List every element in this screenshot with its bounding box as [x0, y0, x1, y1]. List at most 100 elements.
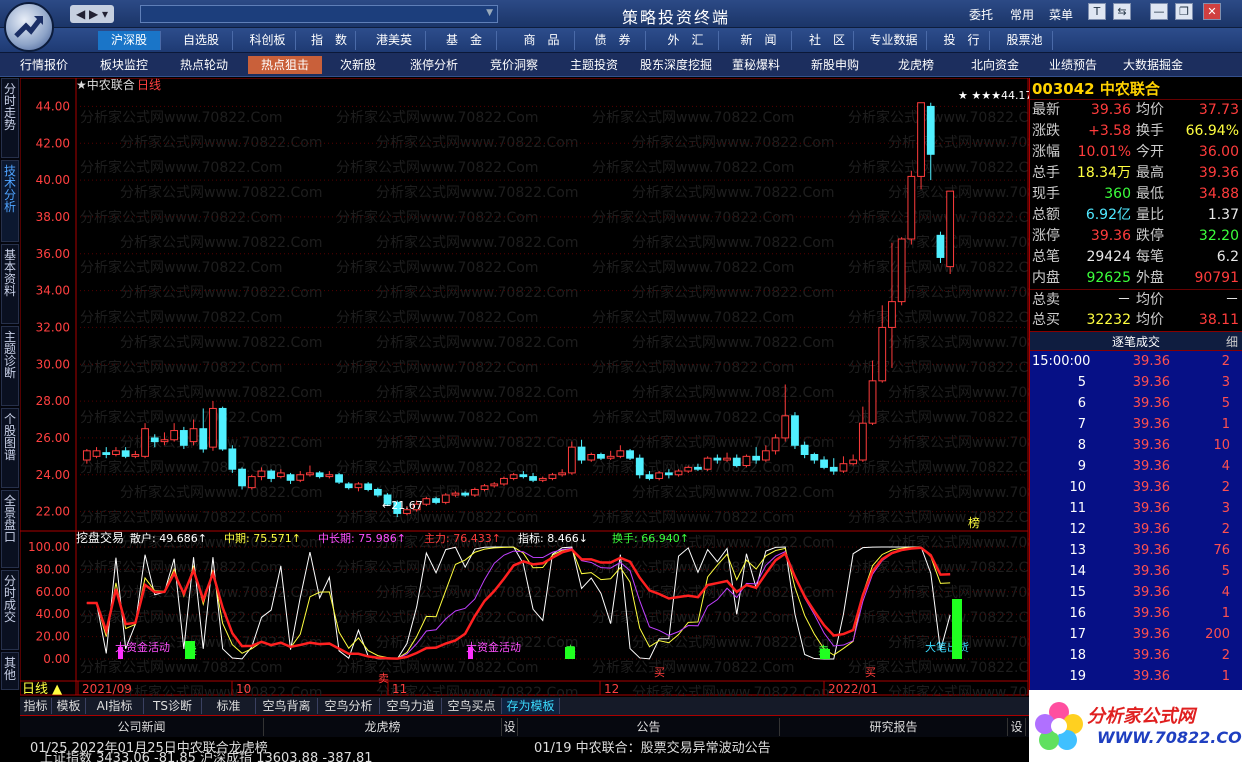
tick-price: 39.36	[1132, 480, 1170, 495]
main-menu-item-10[interactable]: 社 区	[801, 31, 854, 50]
left-tab-5[interactable]: 全景盘口	[1, 490, 19, 568]
candle-body	[335, 474, 343, 483]
watermark-text: 分析家公式网www.70822.Com	[592, 109, 794, 126]
main-menu-item-6[interactable]: 商 品	[509, 31, 575, 50]
left-tab-6[interactable]: 分时成交	[1, 570, 19, 650]
left-tab-2[interactable]: 基本资料	[1, 244, 19, 324]
toolbar-t-button[interactable]: T	[1088, 3, 1106, 20]
sub-menu-item-3[interactable]: 热点狙击	[248, 56, 322, 74]
quote-label: 量比	[1136, 207, 1164, 223]
news-tab-5[interactable]: 设	[1008, 718, 1026, 736]
indicator-tab-2[interactable]: AI指标	[86, 698, 144, 714]
candle-body	[325, 474, 334, 478]
news-tab-3[interactable]: 公告	[518, 718, 780, 736]
main-menu-item-1[interactable]: 自选股	[170, 31, 233, 50]
quote-row-4: 现手 360 最低 34.88	[1030, 184, 1242, 205]
indicator-tab-5[interactable]: 空鸟背离	[256, 698, 318, 714]
candle-body	[490, 483, 499, 487]
tick-price: 39.36	[1132, 375, 1170, 390]
indicator-tab-1[interactable]: 模板	[52, 698, 86, 714]
sub-menu-item-1[interactable]: 板块监控	[88, 56, 160, 74]
indicator-tab-6[interactable]: 空鸟分析	[318, 698, 380, 714]
indicator-tab-8[interactable]: 空鸟买点	[442, 698, 502, 714]
ticks-header: 逐笔成交 细	[1030, 331, 1242, 351]
sub-menu-item-6[interactable]: 竞价洞察	[478, 56, 550, 74]
main-menu-item-9[interactable]: 新 闻	[726, 31, 792, 50]
watermark-text: 分析家公式网www.70822.Com	[848, 359, 1029, 376]
candle-body	[538, 477, 547, 481]
candle-body	[276, 472, 285, 478]
quote-value: +3.58	[1088, 123, 1131, 139]
nav-back-forward[interactable]: ◀ ▶ ▾	[70, 5, 114, 23]
main-menu-item-12[interactable]: 投 行	[934, 31, 990, 50]
sub-menu-item-10[interactable]: 新股申购	[798, 56, 872, 74]
news-tab-4[interactable]: 研究报告	[780, 718, 1008, 736]
kline-chart-area[interactable]: 分析家公式网www.70822.Com 分析家公式网www.70822.Com 分析…	[19, 77, 1090, 701]
indicator-tab-7[interactable]: 空鸟力道	[380, 698, 442, 714]
switch-icon[interactable]: ⇆	[1113, 3, 1131, 20]
candle-body	[742, 455, 751, 467]
watermark-text: 分析家公式网www.70822.Com	[80, 659, 282, 676]
main-menu-item-2[interactable]: 科创板	[240, 31, 296, 50]
sub-menu-item-9[interactable]: 董秘爆料	[722, 56, 790, 74]
candle-body	[470, 488, 479, 496]
left-tab-0[interactable]: 分时走势	[1, 78, 19, 158]
news-tab-2[interactable]: 设	[502, 718, 518, 736]
sub-menu-item-11[interactable]: 龙虎榜	[880, 56, 952, 74]
news-row-1[interactable]: 01/19 中农联合：股票交易异常波动公告	[534, 737, 771, 756]
indicator-tab-0[interactable]: 指标	[20, 698, 52, 714]
ticks-list[interactable]: 15:00:00 39.36 2 5 39.36 3 6 39.36 5 7 39.36 1 8 39.3…	[1030, 351, 1242, 696]
indicator-tab-9[interactable]: 存为模板	[502, 698, 560, 714]
left-tab-1[interactable]: 技术分析	[1, 160, 19, 242]
indicator-tab-4[interactable]: 标准	[202, 698, 256, 714]
sub-menu-item-13[interactable]: 业绩预告	[1040, 56, 1106, 74]
left-tab-3[interactable]: 主题诊断	[1, 326, 19, 406]
news-row-2[interactable]: 上证指数 3433.06 -81.85 沪深成指 13603.88 -387.8…	[40, 747, 373, 762]
candle-body	[839, 463, 848, 472]
quote-value: 18.34万	[1076, 165, 1131, 181]
sub-menu-item-5[interactable]: 涨停分析	[398, 56, 470, 74]
main-menu-item-11[interactable]: 专业数据	[861, 31, 927, 50]
minimize-button[interactable]: —	[1150, 3, 1168, 20]
sub-menu-item-0[interactable]: 行情报价	[8, 56, 80, 74]
quote-value: －	[1225, 292, 1239, 308]
close-button[interactable]: ✕	[1203, 3, 1221, 20]
sub-menu-item-14[interactable]: 大数据掘金	[1112, 56, 1194, 74]
kline-svg[interactable]: 分析家公式网www.70822.Com 分析家公式网www.70822.Com 分析…	[19, 77, 1090, 701]
candle-body	[917, 102, 925, 177]
link-changyong[interactable]: 常用	[1010, 6, 1034, 23]
indicator-tab-3[interactable]: TS诊断	[144, 698, 202, 714]
stock-name: 中农联合	[1099, 80, 1160, 98]
news-tab-0[interactable]: 公司新闻	[20, 718, 264, 736]
quote-value: 10.01%	[1077, 144, 1131, 160]
sub-menu-item-8[interactable]: 股东深度挖掘	[636, 56, 716, 74]
left-tab-7[interactable]: 其他	[1, 652, 19, 690]
chevron-down-icon[interactable]: ▼	[486, 8, 493, 18]
ind-y-label: 0.00	[43, 652, 70, 666]
main-menu-item-7[interactable]: 债 券	[580, 31, 646, 50]
sub-menu-item-2[interactable]: 热点轮动	[168, 56, 240, 74]
main-menu-item-13[interactable]: 股票池	[997, 31, 1053, 50]
search-input[interactable]: ▼	[140, 5, 498, 23]
watermark-text: 分析家公式网www.70822.Com	[592, 659, 794, 676]
watermark-text: 分析家公式网www.70822.Com	[376, 234, 578, 251]
quote-row-5: 总额 6.92亿 量比 1.37	[1030, 205, 1242, 226]
maximize-button[interactable]: ❐	[1175, 3, 1193, 20]
watermark-text: 分析家公式网www.70822.Com	[632, 334, 834, 351]
watermark-text: 分析家公式网www.70822.Com	[120, 184, 322, 201]
ticks-detail-button[interactable]: 细	[1226, 332, 1238, 352]
link-caidan[interactable]: 菜单	[1049, 6, 1073, 23]
main-menu-item-8[interactable]: 外 汇	[653, 31, 719, 50]
main-menu-item-3[interactable]: 指 数	[303, 31, 356, 50]
sub-menu-item-12[interactable]: 北向资金	[958, 56, 1032, 74]
watermark-text: 分析家公式网www.70822.Com	[376, 334, 578, 351]
sub-menu-item-4[interactable]: 次新股	[326, 56, 390, 74]
main-menu-item-5[interactable]: 基 金	[432, 31, 497, 50]
main-menu-item-0[interactable]: 沪深股	[98, 31, 161, 50]
link-weituo[interactable]: 委托	[969, 6, 993, 23]
sub-menu-item-7[interactable]: 主题投资	[558, 56, 630, 74]
main-menu-item-4[interactable]: 港美英	[363, 31, 426, 50]
news-tab-1[interactable]: 龙虎榜	[264, 718, 502, 736]
watermark-text: 分析家公式网www.70822.Com	[888, 684, 1029, 696]
left-tab-4[interactable]: 个股图谱	[1, 408, 19, 488]
